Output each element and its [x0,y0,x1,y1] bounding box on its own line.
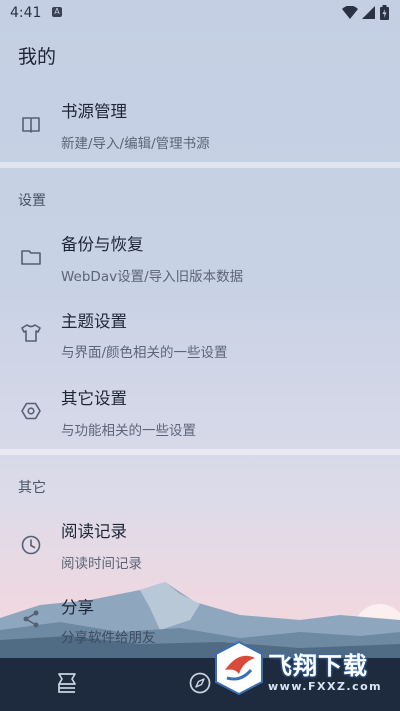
item-subtitle: 新建/导入/编辑/管理书源 [61,136,210,152]
hexagon-settings-icon [21,402,41,420]
notification-icon: A [52,7,62,17]
other-section-header: 其它 [18,480,46,496]
item-title: 阅读记录 [61,522,127,541]
section-divider [0,449,400,455]
book-source-item[interactable]: 书源管理 新建/导入/编辑/管理书源 [0,88,400,156]
watermark-logo-icon [215,640,263,696]
tshirt-icon [21,324,41,342]
item-subtitle: 分享软件给朋友 [61,630,156,646]
wifi-icon [342,6,358,19]
clock-icon [21,535,41,555]
backup-restore-item[interactable]: 备份与恢复 WebDav设置/导入旧版本数据 [0,222,400,292]
bookshelf-icon[interactable] [55,671,79,695]
cell-signal-icon [362,6,375,19]
item-title: 其它设置 [61,389,127,408]
item-subtitle: WebDav设置/导入旧版本数据 [61,269,244,285]
share-icon [23,610,39,628]
settings-section-header: 设置 [18,193,46,209]
compass-icon[interactable] [188,671,212,695]
other-settings-item[interactable]: 其它设置 与功能相关的一些设置 [0,376,400,446]
watermark-text: 飞翔下载 [268,652,368,680]
item-title: 分享 [61,598,94,617]
book-icon [22,117,40,133]
status-time: 4:41 [10,5,42,21]
folder-icon [21,250,41,265]
section-divider [0,162,400,168]
item-subtitle: 与界面/颜色相关的一些设置 [61,345,228,361]
item-title: 书源管理 [61,102,127,121]
theme-settings-item[interactable]: 主题设置 与界面/颜色相关的一些设置 [0,298,400,368]
watermark-url: www.FXXZ.com [268,680,383,693]
item-subtitle: 与功能相关的一些设置 [61,423,196,439]
item-title: 备份与恢复 [61,235,144,254]
status-bar: 4:41 A [0,0,400,28]
share-item[interactable]: 分享 分享软件给朋友 [0,586,400,652]
battery-icon [380,5,389,20]
item-title: 主题设置 [61,312,127,331]
page-title: 我的 [18,46,57,68]
